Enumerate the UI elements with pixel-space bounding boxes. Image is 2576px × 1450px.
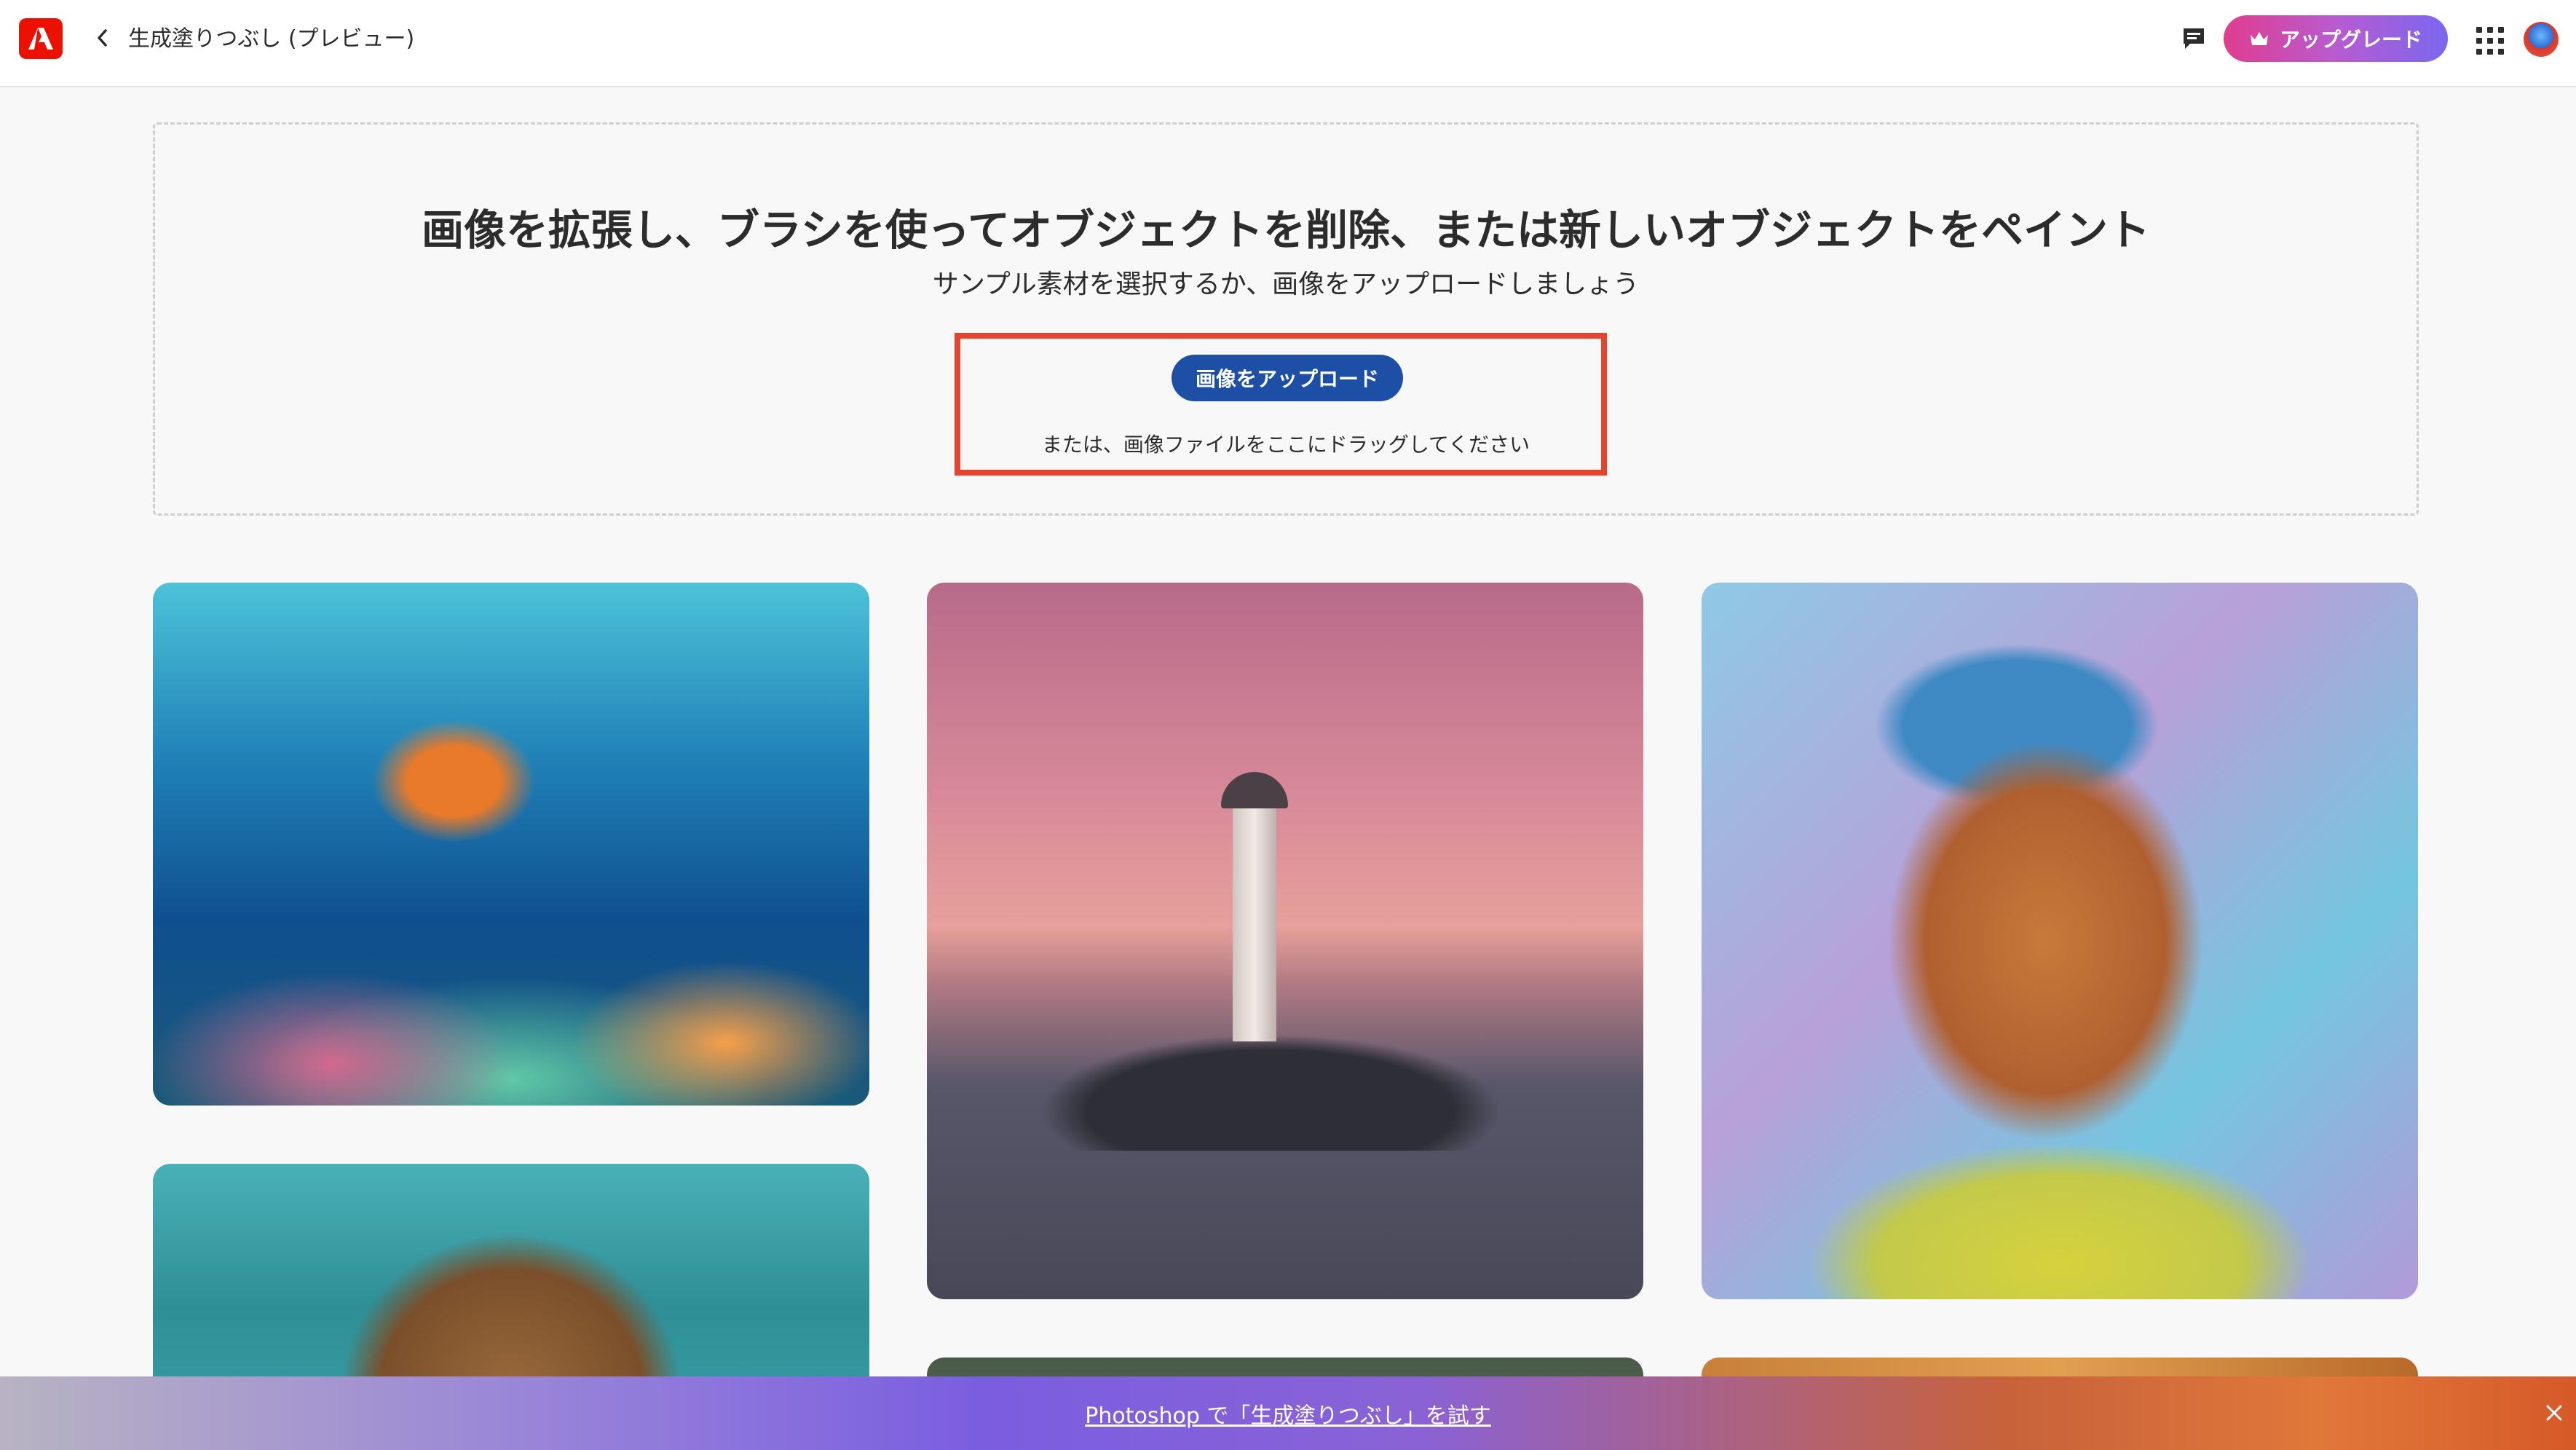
sample-image-coral-reef[interactable] [153, 583, 869, 1106]
page-headline: 画像を拡張し、ブラシを使ってオブジェクトを削除、または新しいオブジェクトをペイン… [422, 205, 2150, 255]
chevron-left-icon[interactable] [87, 23, 116, 52]
upload-dropzone[interactable]: 画像を拡張し、ブラシを使ってオブジェクトを削除、または新しいオブジェクトをペイン… [153, 122, 2419, 516]
adobe-logo-icon[interactable] [19, 18, 63, 59]
feedback-icon[interactable] [2177, 22, 2210, 55]
page-subheadline: サンプル素材を選択するか、画像をアップロードしましょう [932, 269, 1640, 299]
lighthouse-lantern [1221, 772, 1288, 808]
top-bar: 生成塗りつぶし (プレビュー) アップグレード [0, 0, 2576, 87]
close-icon[interactable] [2540, 1398, 2569, 1427]
sample-image-portrait[interactable] [1702, 583, 2418, 1299]
lighthouse-rock [927, 1020, 1643, 1151]
crown-icon [2250, 32, 2268, 45]
drag-hint: または、画像ファイルをここにドラッグしてください [1041, 433, 1530, 457]
avatar[interactable] [2524, 22, 2559, 57]
app-title: 生成塗りつぶし (プレビュー) [128, 26, 415, 52]
upgrade-label: アップグレード [2279, 28, 2422, 52]
lighthouse-tower [1233, 801, 1276, 1041]
apps-grid-icon[interactable] [2474, 25, 2504, 55]
upgrade-button[interactable]: アップグレード [2224, 15, 2448, 62]
promo-banner: Photoshop で「生成塗りつぶし」を試す [0, 1376, 2576, 1450]
sample-image-lighthouse[interactable] [927, 583, 1643, 1299]
photoshop-promo-link[interactable]: Photoshop で「生成塗りつぶし」を試す [1085, 1398, 1490, 1430]
upload-image-button[interactable]: 画像をアップロード [1172, 355, 1403, 401]
